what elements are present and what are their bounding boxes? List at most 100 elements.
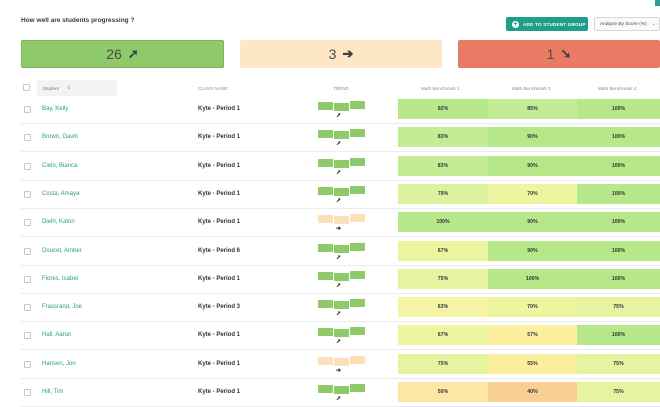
trend-arrow-icon: ➚ bbox=[336, 254, 342, 261]
trend-sparkline: ➚ bbox=[318, 127, 366, 149]
trend-bar bbox=[334, 329, 349, 338]
trend-bar bbox=[334, 187, 349, 196]
table-row: Flores, Isabel Kyte - Period 1 ➚ 75% 100% 100… bbox=[21, 266, 660, 294]
row-checkbox[interactable] bbox=[24, 332, 31, 340]
benchmark-4-score: 75% bbox=[577, 353, 660, 374]
trend-sparkline: ➚ bbox=[318, 382, 366, 404]
trend-bar bbox=[334, 386, 349, 394]
row-checkbox[interactable] bbox=[24, 275, 31, 283]
table-row: Hall, Aaron Kyte - Period 1 ➚ 67% 57% 100% bbox=[21, 322, 660, 351]
row-checkbox[interactable] bbox=[24, 219, 31, 227]
class-name: Kyte - Period 3 bbox=[198, 304, 241, 311]
student-name-link[interactable]: Hill, Tim bbox=[42, 389, 63, 395]
table-row: Doucet, Amber Kyte - Period 6 ➚ 67% 90% 100% bbox=[21, 238, 660, 266]
student-name-link[interactable]: Hall, Aaron bbox=[42, 332, 71, 338]
row-checkbox[interactable] bbox=[24, 134, 31, 142]
column-header-student[interactable]: Student ⇕ bbox=[37, 80, 117, 96]
row-checkbox[interactable] bbox=[24, 389, 31, 396]
benchmark-1-score: 92% bbox=[398, 99, 488, 119]
benchmark-4-score: 100% bbox=[577, 325, 660, 346]
student-name-link[interactable]: Diehl, Katori bbox=[42, 219, 75, 225]
student-name-link[interactable]: Doucet, Amber bbox=[42, 248, 82, 254]
benchmark-2-score: 57% bbox=[488, 325, 577, 346]
summary-card-declining[interactable]: 1 ➘ bbox=[458, 40, 660, 68]
student-column-label: Student bbox=[43, 85, 59, 91]
row-checkbox[interactable] bbox=[24, 190, 31, 198]
trend-sparkline: ➔ bbox=[318, 354, 366, 376]
trend-bar bbox=[334, 216, 349, 225]
trend-bar bbox=[350, 214, 365, 223]
benchmark-1-score: 67% bbox=[398, 325, 488, 346]
row-checkbox[interactable] bbox=[24, 106, 31, 113]
add-to-student-group-button[interactable]: + ADD TO STUDENT GROUP bbox=[506, 17, 588, 31]
trend-arrow-icon: ➚ bbox=[336, 282, 342, 289]
progressing-count: 26 bbox=[106, 46, 122, 62]
student-name-link[interactable]: Cielo, Bianca bbox=[42, 163, 77, 169]
column-header-trend: TREND bbox=[333, 85, 349, 91]
trend-bar bbox=[350, 270, 365, 279]
trend-bar bbox=[334, 272, 349, 281]
trend-bar bbox=[350, 355, 365, 364]
benchmark-2-score: 55% bbox=[488, 353, 577, 374]
student-name-link[interactable]: Brown, Gavin bbox=[42, 134, 78, 140]
row-checkbox[interactable] bbox=[24, 162, 31, 170]
student-name-link[interactable]: Bay, Kelly bbox=[42, 106, 68, 112]
class-name: Kyte - Period 1 bbox=[198, 162, 241, 169]
class-name: Kyte - Period 6 bbox=[198, 247, 241, 254]
benchmark-2-score: 85% bbox=[488, 99, 577, 119]
class-name: Kyte - Period 1 bbox=[198, 106, 241, 112]
trend-bar bbox=[318, 102, 333, 110]
student-name-link[interactable]: Costa, Amaya bbox=[42, 191, 79, 197]
column-header-benchmark-4: Math Benchmark 4 bbox=[598, 85, 637, 91]
sort-icon[interactable]: ⇕ bbox=[67, 85, 71, 91]
benchmark-2-score: 40% bbox=[488, 382, 577, 402]
benchmark-4-score: 100% bbox=[577, 127, 660, 148]
row-checkbox[interactable] bbox=[24, 360, 31, 368]
row-checkbox[interactable] bbox=[24, 247, 31, 255]
trend-bar bbox=[318, 300, 333, 309]
student-name-link[interactable]: Hansen, Jon bbox=[42, 361, 76, 367]
class-name: Kyte - Period 1 bbox=[198, 389, 241, 395]
trend-sparkline: ➔ bbox=[318, 212, 366, 234]
trend-bar bbox=[334, 159, 349, 168]
row-checkbox[interactable] bbox=[24, 304, 31, 312]
plus-circle-icon: + bbox=[512, 20, 519, 28]
benchmark-1-score: 75% bbox=[398, 268, 488, 289]
analyze-by-label: Analyze By Score (%) bbox=[600, 21, 647, 27]
trend-bar bbox=[350, 327, 365, 336]
trend-bar bbox=[350, 129, 365, 138]
class-name: Kyte - Period 1 bbox=[198, 360, 241, 367]
trend-bar bbox=[318, 130, 333, 139]
trend-sparkline: ➚ bbox=[318, 184, 366, 206]
trend-bar bbox=[350, 185, 365, 194]
analyze-by-select[interactable]: Analyze By Score (%) ⌄ bbox=[594, 17, 660, 31]
trend-bar bbox=[350, 242, 365, 251]
trend-bar bbox=[318, 215, 333, 224]
benchmark-1-score: 63% bbox=[398, 297, 488, 318]
steady-count: 3 bbox=[328, 46, 337, 62]
trend-arrow-icon: ➚ bbox=[336, 113, 342, 119]
table-row: Hansen, Jon Kyte - Period 1 ➔ 75% 55% 75% bbox=[21, 351, 660, 379]
trend-arrow-icon: ➚ bbox=[336, 311, 342, 318]
arrow-right-icon: ➔ bbox=[342, 46, 354, 61]
trend-bar bbox=[318, 385, 333, 393]
trend-bar bbox=[350, 299, 365, 308]
summary-card-steady[interactable]: 3 ➔ bbox=[240, 40, 442, 68]
student-name-link[interactable]: Flores, Isabel bbox=[42, 276, 78, 282]
benchmark-2-score: 90% bbox=[488, 212, 577, 233]
table-row: Bay, Kelly Kyte - Period 1 ➚ 92% 85% 100% bbox=[21, 96, 660, 124]
summary-card-progressing[interactable]: 26 ➚ bbox=[21, 40, 224, 68]
benchmark-2-score: 90% bbox=[488, 155, 577, 176]
benchmark-4-score: 100% bbox=[577, 183, 660, 204]
trend-arrow-icon: ➚ bbox=[336, 197, 342, 204]
table-row: Brown, Gavin Kyte - Period 1 ➚ 83% 90% 100% bbox=[21, 124, 660, 153]
trend-bar bbox=[334, 244, 349, 253]
student-name-link[interactable]: Frassrand, Joe bbox=[42, 304, 82, 310]
trend-bar bbox=[318, 328, 333, 337]
benchmark-2-score: 70% bbox=[488, 297, 577, 318]
trend-bar bbox=[350, 157, 365, 166]
trend-bar bbox=[334, 301, 349, 310]
trend-bar bbox=[334, 103, 349, 111]
select-all-checkbox[interactable] bbox=[23, 84, 30, 91]
benchmark-4-score: 100% bbox=[577, 268, 660, 289]
